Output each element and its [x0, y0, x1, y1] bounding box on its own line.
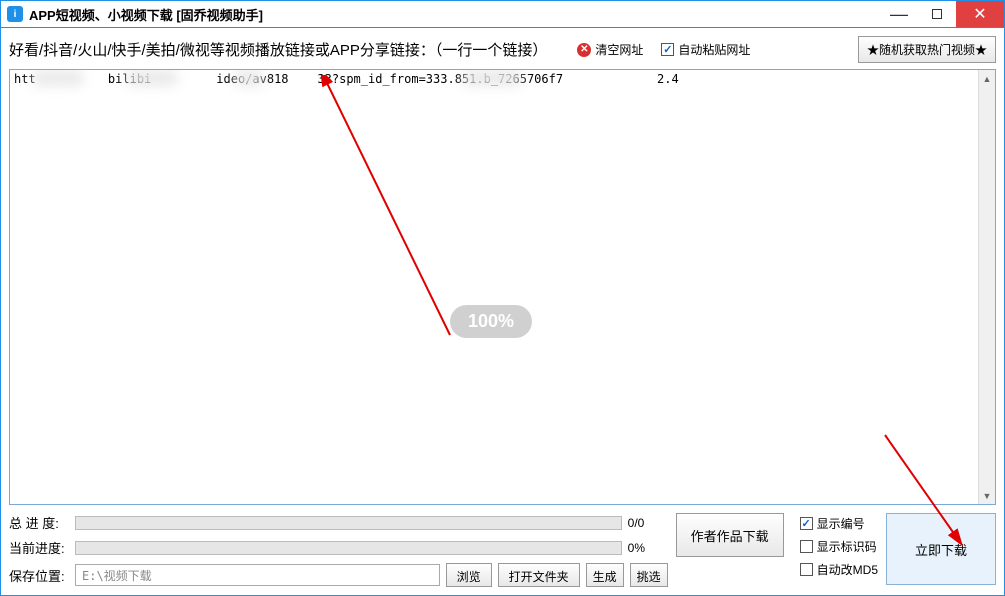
- clear-urls-button[interactable]: ✕ 清空网址: [577, 41, 643, 58]
- save-path-input[interactable]: [75, 564, 440, 586]
- random-hot-button[interactable]: ★随机获取热门视频★: [858, 36, 996, 63]
- show-number-label: 显示编号: [817, 515, 865, 532]
- auto-md5-label: 自动改MD5: [817, 561, 878, 578]
- total-progress-label: 总 进 度:: [9, 513, 69, 532]
- author-button-column: 作者作品下载: [676, 513, 784, 587]
- pick-button[interactable]: 挑选: [630, 563, 668, 587]
- blur-patch: [32, 70, 84, 86]
- minimize-button[interactable]: —: [880, 1, 918, 27]
- checkbox-icon: [800, 540, 813, 553]
- total-progress-text: 0/0: [628, 516, 668, 530]
- blur-patch: [126, 70, 178, 86]
- blur-patch: [234, 70, 264, 86]
- url-input-area[interactable]: htt bilibi ideo/av818 33?spm_id_from=333…: [9, 69, 996, 505]
- titlebar: i APP短视频、小视频下载 [固乔视频助手] — ✕: [0, 0, 1005, 28]
- window-controls: — ✕: [880, 1, 1004, 27]
- checkbox-icon: [661, 43, 674, 56]
- clear-label: 清空网址: [595, 41, 643, 58]
- app-icon: i: [7, 6, 23, 22]
- save-path-label: 保存位置:: [9, 566, 69, 585]
- save-path-row: 保存位置: 浏览 打开文件夹 生成 挑选: [9, 563, 668, 587]
- author-works-button[interactable]: 作者作品下载: [676, 513, 784, 557]
- scroll-down-icon[interactable]: ▼: [979, 487, 995, 504]
- instruction-label: 好看/抖音/火山/快手/美拍/微视等视频播放链接或APP分享链接：（一行一个链接…: [9, 39, 547, 60]
- progress-column: 总 进 度: 0/0 当前进度: 0% 保存位置: 浏览 打开文件夹 生成 挑选: [9, 513, 668, 587]
- close-button[interactable]: ✕: [956, 1, 1004, 27]
- checkbox-icon: [800, 563, 813, 576]
- current-progress-bar: [75, 541, 622, 555]
- generate-button[interactable]: 生成: [586, 563, 624, 587]
- current-progress-text: 0%: [628, 541, 668, 555]
- scrollbar[interactable]: ▲ ▼: [978, 70, 995, 504]
- checkbox-icon: [800, 517, 813, 530]
- total-progress-row: 总 进 度: 0/0: [9, 513, 668, 532]
- current-progress-row: 当前进度: 0%: [9, 538, 668, 557]
- open-folder-button[interactable]: 打开文件夹: [498, 563, 580, 587]
- autopaste-checkbox[interactable]: 自动粘贴网址: [661, 41, 750, 58]
- annotation-arrow-2: [860, 430, 980, 560]
- watermark-badge: 100%: [450, 305, 532, 338]
- maximize-button[interactable]: [918, 1, 956, 27]
- top-toolbar: 好看/抖音/火山/快手/美拍/微视等视频播放链接或APP分享链接：（一行一个链接…: [9, 36, 996, 63]
- current-progress-label: 当前进度:: [9, 538, 69, 557]
- auto-md5-checkbox[interactable]: 自动改MD5: [800, 561, 878, 578]
- autopaste-label: 自动粘贴网址: [678, 41, 750, 58]
- scroll-up-icon[interactable]: ▲: [979, 70, 995, 87]
- bottom-panel: 总 进 度: 0/0 当前进度: 0% 保存位置: 浏览 打开文件夹 生成 挑选…: [9, 513, 996, 587]
- total-progress-bar: [75, 516, 622, 530]
- clear-icon: ✕: [577, 43, 591, 57]
- browse-button[interactable]: 浏览: [446, 563, 492, 587]
- window-title: APP短视频、小视频下载 [固乔视频助手]: [29, 5, 263, 24]
